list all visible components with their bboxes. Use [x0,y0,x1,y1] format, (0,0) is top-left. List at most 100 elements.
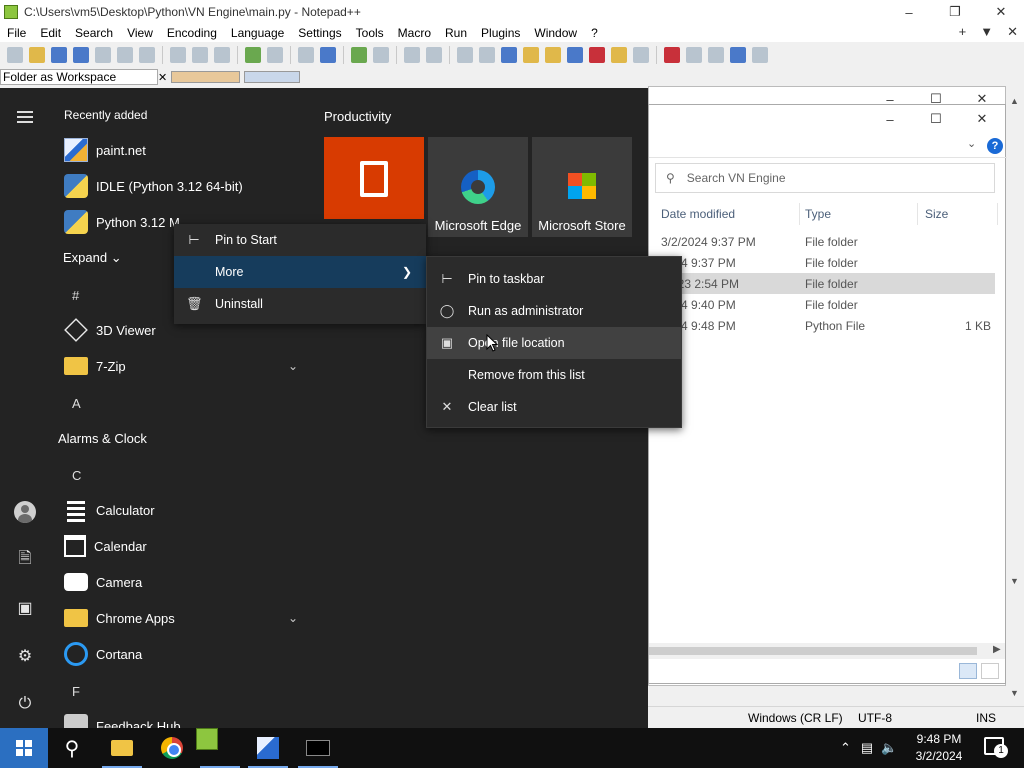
show-all-chars-icon[interactable] [479,47,495,63]
details-view-icon[interactable] [959,663,977,679]
doc-list-icon[interactable] [567,47,583,63]
app-paint-net[interactable]: paint.net [58,132,308,168]
menu-item-more[interactable]: More ❯ [174,256,426,288]
scroll-down-icon[interactable]: ▼ [1010,688,1019,698]
tile-microsoft-edge[interactable]: Microsoft Edge [428,137,528,237]
documents-icon[interactable]: 🗎 [12,547,38,573]
taskbar-file-explorer[interactable] [98,728,146,768]
monitoring-icon[interactable] [633,47,649,63]
function-list-icon[interactable] [589,47,605,63]
stop-macro-icon[interactable] [686,47,702,63]
word-wrap-icon[interactable] [457,47,473,63]
menu-window[interactable]: Window [527,26,584,40]
menu-settings[interactable]: Settings [291,26,348,40]
indent-guide-icon[interactable] [501,47,517,63]
start-button[interactable] [0,728,48,768]
tile-microsoft-store[interactable]: Microsoft Store [532,137,632,237]
menu-tools[interactable]: Tools [349,26,391,40]
explorer-search-box[interactable]: ⚲ [655,163,995,193]
taskbar-notepad-plus-plus[interactable] [196,728,244,768]
app-idle[interactable]: IDLE (Python 3.12 64-bit) [58,168,308,204]
print-icon[interactable] [139,47,155,63]
zoom-out-icon[interactable] [373,47,389,63]
save-icon[interactable] [51,47,67,63]
menu-file[interactable]: File [0,26,33,40]
minimize-icon[interactable]: – [886,0,932,24]
vertical-scrollbar[interactable]: ▲ ▼ ▼ [1006,92,1024,704]
app-cortana[interactable]: Cortana [58,636,308,672]
group-letter[interactable]: F [72,684,80,699]
save-all-icon[interactable] [73,47,89,63]
tab-list-icon[interactable]: ▼ [980,24,993,40]
column-type[interactable]: Type [805,207,831,221]
expand-button[interactable]: Expand ⌄ [63,250,122,266]
scroll-up-icon[interactable]: ▲ [1010,96,1019,106]
user-account-icon[interactable] [12,499,38,525]
taskbar-paint-net[interactable] [244,728,292,768]
minimize-icon[interactable]: – [867,107,913,131]
sync-h-icon[interactable] [426,47,442,63]
search-input[interactable] [686,171,967,185]
close-icon[interactable]: ✕ [978,0,1024,24]
menu-search[interactable]: Search [68,26,120,40]
taskbar-chrome[interactable] [148,728,196,768]
scroll-right-icon[interactable]: ▶ [993,644,1001,655]
volume-muted-icon[interactable]: 🔈 [881,740,897,756]
taskbar-command-prompt[interactable] [294,728,342,768]
large-icons-view-icon[interactable] [981,663,999,679]
hamburger-icon[interactable] [17,111,33,126]
group-letter[interactable]: C [72,468,81,483]
undo-icon[interactable] [245,47,261,63]
settings-gear-icon[interactable]: ⚙ [12,643,38,669]
file-row[interactable]: 3/2/2024 9:37 PM File folder [649,231,995,252]
network-icon[interactable]: ▤ [861,740,873,756]
file-row[interactable]: 2024 9:48 PM Python File 1 KB [649,315,995,336]
menu-edit[interactable]: Edit [33,26,68,40]
menu-macro[interactable]: Macro [391,26,438,40]
scroll-down-icon[interactable]: ▼ [1010,576,1019,586]
file-row[interactable]: 2024 9:40 PM File folder [649,294,995,315]
group-letter[interactable]: # [72,288,79,303]
find-icon[interactable] [298,47,314,63]
close-all-icon[interactable] [117,47,133,63]
column-date-modified[interactable]: Date modified [661,207,735,221]
pictures-icon[interactable]: ▣ [12,595,38,621]
app-alarms-clock[interactable]: Alarms & Clock [58,420,308,456]
zoom-in-icon[interactable] [351,47,367,63]
copy-icon[interactable] [192,47,208,63]
menu-language[interactable]: Language [224,26,291,40]
folder-workspace-icon[interactable] [611,47,627,63]
sync-v-icon[interactable] [404,47,420,63]
notepad-title-bar[interactable]: C:\Users\vm5\Desktop\Python\VN Engine\ma… [0,0,1024,24]
cut-icon[interactable] [170,47,186,63]
menu-encoding[interactable]: Encoding [160,26,224,40]
menu-run[interactable]: Run [438,26,474,40]
menu-view[interactable]: View [120,26,160,40]
close-file-icon[interactable] [95,47,111,63]
new-tab-icon[interactable]: + [959,24,967,40]
udl-icon[interactable] [523,47,539,63]
menu-item-uninstall[interactable]: 🗑 Uninstall [174,288,426,320]
restore-icon[interactable]: ❐ [932,0,978,24]
app-calculator[interactable]: Calculator [58,492,308,528]
file-row[interactable]: 2024 9:37 PM File folder [649,252,995,273]
panel-close-icon[interactable]: ✕ [158,71,168,84]
taskbar-clock[interactable]: 9:48 PM 3/2/2024 [900,731,978,765]
close-icon[interactable]: ✕ [959,107,1005,131]
menu-plugins[interactable]: Plugins [474,26,527,40]
open-file-icon[interactable] [29,47,45,63]
app-feedback-hub[interactable]: Feedback Hub [58,708,308,728]
menu-item-pin-to-start[interactable]: ⊢ Pin to Start [174,224,426,256]
group-letter[interactable]: A [72,396,81,411]
new-file-icon[interactable] [7,47,23,63]
taskbar-search[interactable]: ⚲ [48,728,96,768]
app-chrome-apps[interactable]: Chrome Apps ⌄ [58,600,308,636]
menu-help[interactable]: ? [584,26,605,40]
expand-ribbon-icon[interactable]: ⌄ [967,137,976,150]
save-macro-icon[interactable] [752,47,768,63]
app-calendar[interactable]: Calendar [58,528,308,564]
help-icon[interactable]: ? [987,138,1003,154]
menu-item-clear-list[interactable]: ✕ Clear list [427,391,681,423]
document-tab[interactable] [171,71,241,83]
record-macro-icon[interactable] [664,47,680,63]
